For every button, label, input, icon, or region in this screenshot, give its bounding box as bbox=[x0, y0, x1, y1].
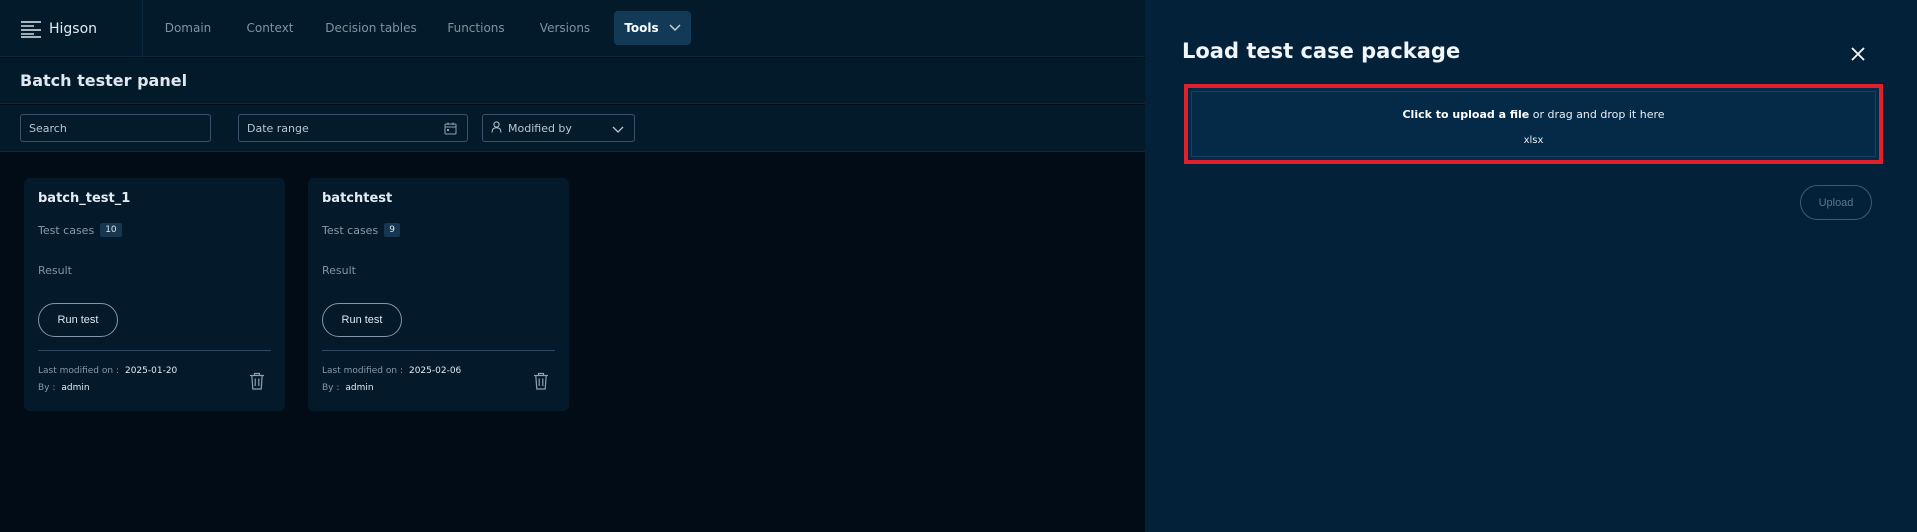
file-upload-dropzone[interactable]: Click to upload a file or drag and drop … bbox=[1184, 84, 1883, 164]
test-cases-count-badge: 9 bbox=[384, 223, 400, 237]
batch-test-card: batch_test_1 Test cases 10 Result Run te… bbox=[24, 178, 285, 411]
search-field[interactable] bbox=[20, 114, 211, 142]
filter-bar: Date range Modified by bbox=[0, 105, 1145, 152]
run-test-button[interactable]: Run test bbox=[322, 303, 402, 337]
top-navigation: Higson Domain Context Decision tables Fu… bbox=[0, 0, 1145, 57]
nav-functions[interactable]: Functions bbox=[443, 11, 509, 45]
batch-test-card: batchtest Test cases 9 Result Run test L… bbox=[308, 178, 569, 411]
nav-tools-dropdown[interactable]: Tools bbox=[614, 11, 691, 45]
nav-context-label: Context bbox=[246, 21, 294, 35]
delete-icon[interactable] bbox=[249, 372, 265, 394]
test-cases-count-badge: 10 bbox=[100, 223, 122, 237]
nav-decision-tables-label: Decision tables bbox=[325, 21, 417, 35]
page-header: Batch tester panel bbox=[0, 58, 1145, 104]
card-title: batchtest bbox=[322, 191, 393, 206]
delete-icon[interactable] bbox=[533, 372, 549, 394]
date-range-label: Date range bbox=[247, 121, 309, 135]
card-title: batch_test_1 bbox=[38, 191, 131, 206]
by-user: admin bbox=[61, 383, 90, 393]
divider bbox=[38, 350, 271, 351]
chevron-down-icon bbox=[612, 124, 624, 137]
nav-functions-label: Functions bbox=[447, 21, 505, 35]
accepted-file-type: xlsx bbox=[1523, 135, 1544, 146]
dropzone-inner bbox=[1191, 91, 1876, 157]
higson-logo-icon bbox=[20, 20, 42, 38]
user-icon bbox=[491, 120, 502, 136]
by-label: By : bbox=[38, 383, 56, 393]
load-test-case-panel: Load test case package Click to upload a… bbox=[1145, 0, 1917, 532]
modified-by-info: By : admin bbox=[322, 383, 374, 393]
by-label: By : bbox=[322, 383, 340, 393]
last-modified-info: Last modified on : 2025-02-06 bbox=[322, 366, 461, 376]
by-user: admin bbox=[345, 383, 374, 393]
nav-decision-tables[interactable]: Decision tables bbox=[321, 11, 421, 45]
upload-instructions: Click to upload a file or drag and drop … bbox=[1188, 108, 1879, 121]
app-name: Higson bbox=[49, 20, 98, 37]
result-label: Result bbox=[322, 264, 356, 277]
modified-by-info: By : admin bbox=[38, 383, 90, 393]
test-cases-info: Test cases 10 bbox=[38, 223, 122, 237]
nav-domain[interactable]: Domain bbox=[159, 11, 217, 45]
calendar-icon[interactable] bbox=[444, 122, 457, 138]
test-cases-label: Test cases bbox=[38, 223, 95, 237]
page-title: Batch tester panel bbox=[20, 71, 188, 90]
result-label: Result bbox=[38, 264, 72, 277]
upload-drag-text: or drag and drop it here bbox=[1529, 108, 1665, 121]
close-icon[interactable] bbox=[1849, 45, 1867, 63]
app-logo[interactable]: Higson bbox=[0, 0, 143, 57]
last-modified-date: 2025-02-06 bbox=[408, 366, 462, 376]
chevron-down-icon bbox=[669, 21, 681, 35]
modified-by-select[interactable]: Modified by bbox=[482, 114, 635, 142]
panel-title: Load test case package bbox=[1182, 39, 1461, 63]
last-modified-label: Last modified on : bbox=[38, 366, 119, 376]
last-modified-label: Last modified on : bbox=[322, 366, 403, 376]
nav-tools-label: Tools bbox=[624, 21, 659, 35]
modified-by-label: Modified by bbox=[508, 121, 572, 135]
date-range-field[interactable]: Date range bbox=[238, 114, 468, 142]
search-input[interactable] bbox=[29, 121, 202, 135]
last-modified-info: Last modified on : 2025-01-20 bbox=[38, 366, 177, 376]
nav-context[interactable]: Context bbox=[241, 11, 299, 45]
nav-domain-label: Domain bbox=[164, 21, 212, 35]
nav-versions[interactable]: Versions bbox=[530, 11, 600, 45]
test-cases-info: Test cases 9 bbox=[322, 223, 400, 237]
upload-button[interactable]: Upload bbox=[1800, 185, 1872, 220]
upload-click-link[interactable]: Click to upload a file bbox=[1402, 108, 1529, 121]
run-test-button[interactable]: Run test bbox=[38, 303, 118, 337]
last-modified-date: 2025-01-20 bbox=[124, 366, 178, 376]
test-cases-label: Test cases bbox=[322, 223, 379, 237]
nav-versions-label: Versions bbox=[539, 21, 591, 35]
divider bbox=[322, 350, 555, 351]
